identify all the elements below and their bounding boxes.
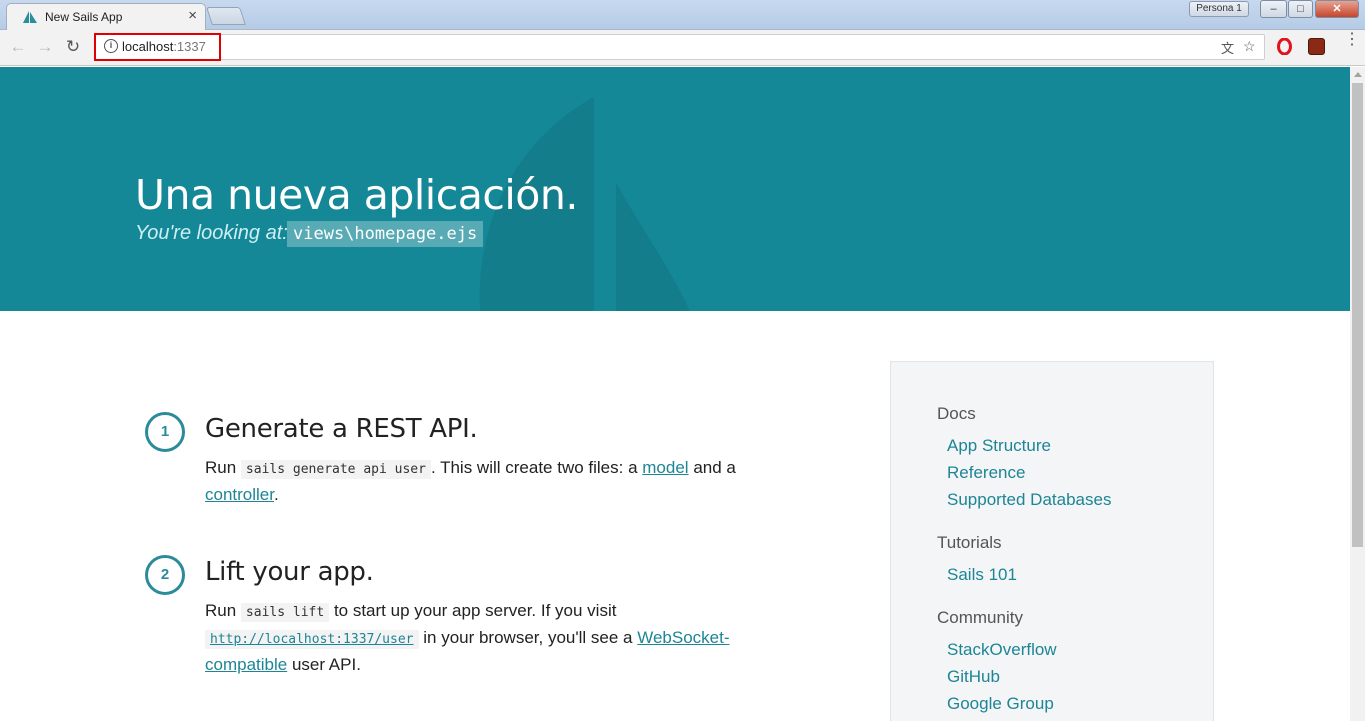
new-tab-button[interactable] bbox=[206, 7, 246, 25]
sidebar-link-sails-101[interactable]: Sails 101 bbox=[947, 565, 1017, 585]
back-arrow-icon[interactable]: ← bbox=[8, 37, 28, 57]
localhost-user-link[interactable]: http://localhost:1337/user bbox=[205, 630, 419, 649]
scrollbar-thumb[interactable] bbox=[1352, 83, 1363, 547]
extension-icon[interactable] bbox=[1308, 38, 1325, 55]
address-bar[interactable] bbox=[95, 34, 1265, 60]
tab-close-icon[interactable]: × bbox=[188, 7, 197, 24]
text: in your browser, you'll see a bbox=[423, 628, 633, 647]
minimize-button[interactable]: – bbox=[1260, 0, 1287, 18]
code-snippet: sails generate api user bbox=[240, 460, 431, 479]
hero-banner: Una nueva aplicación. You're looking at:… bbox=[0, 67, 1350, 311]
sidebar-link-stackoverflow[interactable]: StackOverflow bbox=[947, 640, 1057, 660]
url-highlight-box bbox=[94, 33, 221, 61]
page-title: Una nueva aplicación. bbox=[135, 171, 578, 219]
forward-arrow-icon[interactable]: → bbox=[35, 37, 55, 57]
close-window-button[interactable]: ✕ bbox=[1315, 0, 1359, 18]
resources-sidebar: Docs App Structure Reference Supported D… bbox=[890, 361, 1214, 721]
sidebar-link-google-group[interactable]: Google Group bbox=[947, 694, 1054, 714]
step-description: Run sails generate api user. This will c… bbox=[205, 455, 765, 507]
text: Run bbox=[205, 601, 237, 620]
controller-link[interactable]: controller bbox=[205, 485, 274, 504]
vertical-scrollbar[interactable] bbox=[1350, 67, 1365, 721]
text: Run bbox=[205, 458, 237, 477]
view-path-code: views\homepage.ejs bbox=[287, 221, 484, 247]
sails-logo-icon bbox=[23, 11, 37, 23]
browser-toolbar: ← → ↻ i localhost:1337 文 ☆ ⋮ bbox=[0, 30, 1365, 66]
model-link[interactable]: model bbox=[642, 458, 688, 477]
text: user API. bbox=[291, 655, 361, 674]
tab-strip: New Sails App × Persona 1 – □ ✕ bbox=[0, 0, 1365, 30]
step-title: Lift your app. bbox=[205, 557, 374, 587]
code-snippet: sails lift bbox=[240, 603, 330, 622]
text: and a bbox=[693, 458, 736, 477]
browser-tab[interactable]: New Sails App × bbox=[6, 3, 206, 30]
sidebar-link-app-structure[interactable]: App Structure bbox=[947, 436, 1051, 456]
scroll-up-icon[interactable] bbox=[1354, 72, 1362, 77]
opera-icon[interactable] bbox=[1276, 38, 1293, 55]
step-number-badge: 2 bbox=[145, 555, 185, 595]
text: . This will create two files: a bbox=[430, 458, 638, 477]
page-viewport: Una nueva aplicación. You're looking at:… bbox=[0, 67, 1350, 721]
star-icon[interactable]: ☆ bbox=[1243, 38, 1256, 55]
step-description: Run sails lift to start up your app serv… bbox=[205, 598, 775, 677]
sidebar-link-reference[interactable]: Reference bbox=[947, 463, 1025, 483]
text: to start up your app server. If you visi… bbox=[333, 601, 617, 620]
sidebar-heading-tutorials: Tutorials bbox=[937, 533, 1002, 552]
sidebar-heading-docs: Docs bbox=[937, 404, 976, 423]
text: . bbox=[273, 485, 279, 504]
reload-icon[interactable]: ↻ bbox=[63, 37, 83, 57]
step-number-badge: 1 bbox=[145, 412, 185, 452]
translate-icon[interactable]: 文 bbox=[1221, 38, 1234, 57]
step-title: Generate a REST API. bbox=[205, 414, 478, 444]
profile-button[interactable]: Persona 1 bbox=[1189, 1, 1249, 17]
tab-title: New Sails App bbox=[45, 10, 123, 24]
sidebar-link-supported-databases[interactable]: Supported Databases bbox=[947, 490, 1111, 510]
menu-icon[interactable]: ⋮ bbox=[1344, 32, 1360, 48]
sidebar-link-github[interactable]: GitHub bbox=[947, 667, 1000, 687]
maximize-button[interactable]: □ bbox=[1288, 0, 1313, 18]
sidebar-heading-community: Community bbox=[937, 608, 1023, 627]
hero-subtitle: You're looking at: bbox=[135, 222, 288, 244]
